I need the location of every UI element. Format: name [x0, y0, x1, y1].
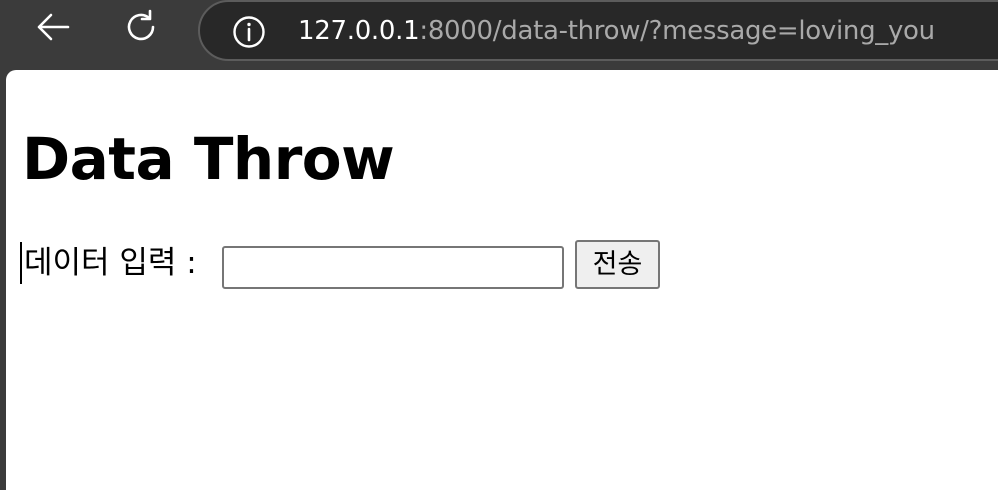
url-text[interactable]: 127.0.0.1:8000/data-throw/?message=lovin… [298, 13, 935, 49]
url-path: :8000/data-throw/?message=loving_you [419, 16, 935, 46]
reload-icon [123, 9, 159, 49]
browser-toolbar: 127.0.0.1:8000/data-throw/?message=lovin… [0, 0, 998, 70]
url-host: 127.0.0.1 [298, 16, 420, 46]
submit-button[interactable]: 전송 [575, 240, 660, 289]
page-title: Data Throw [22, 125, 395, 193]
text-cursor [20, 242, 22, 284]
info-icon[interactable] [232, 15, 266, 49]
data-input-field[interactable] [222, 246, 564, 289]
back-arrow-icon [36, 12, 70, 46]
reload-button[interactable] [118, 6, 164, 52]
back-button[interactable] [30, 6, 76, 52]
page-content: Data Throw 데이터 입력 : 전송 [6, 70, 998, 490]
data-input-label: 데이터 입력 : [24, 245, 197, 281]
address-bar[interactable]: 127.0.0.1:8000/data-throw/?message=lovin… [198, 0, 998, 61]
